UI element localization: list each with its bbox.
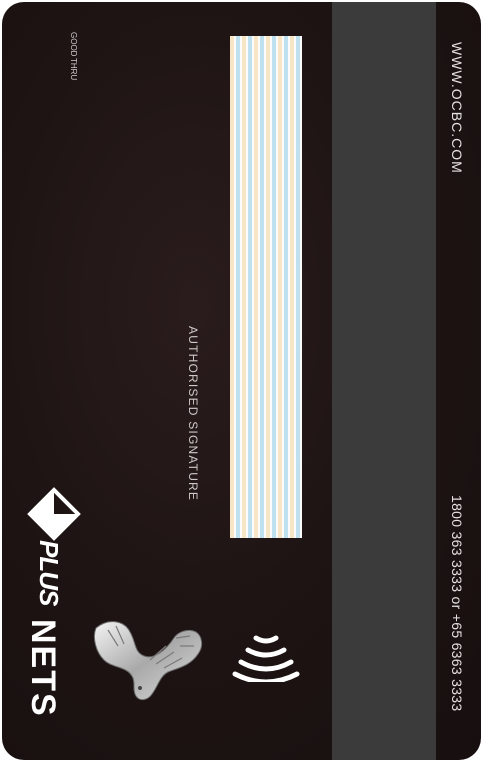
card-back: WWW.OCBC.COM 1800 363 3333 or +65 6363 3… (2, 2, 481, 760)
good-thru-label: GOOD THRU (68, 32, 78, 81)
magnetic-stripe (332, 2, 436, 760)
bank-website: WWW.OCBC.COM (449, 42, 465, 174)
good-thru-line1: GOOD (69, 32, 78, 57)
bird-hologram-icon (93, 621, 203, 701)
authorised-signature-label: AUTHORISED SIGNATURE (186, 326, 200, 502)
contactless-icon (232, 635, 300, 682)
nets-logo-text: NETS (24, 619, 62, 718)
plus-logo-text: PLUS (34, 540, 64, 606)
plus-logo: PLUS (24, 486, 82, 605)
good-thru-line2: THRU (69, 58, 78, 81)
bank-phone: 1800 363 3333 or +65 6363 3333 (449, 495, 465, 712)
nets-logo: NETS (24, 619, 64, 737)
signature-panel (230, 36, 302, 538)
